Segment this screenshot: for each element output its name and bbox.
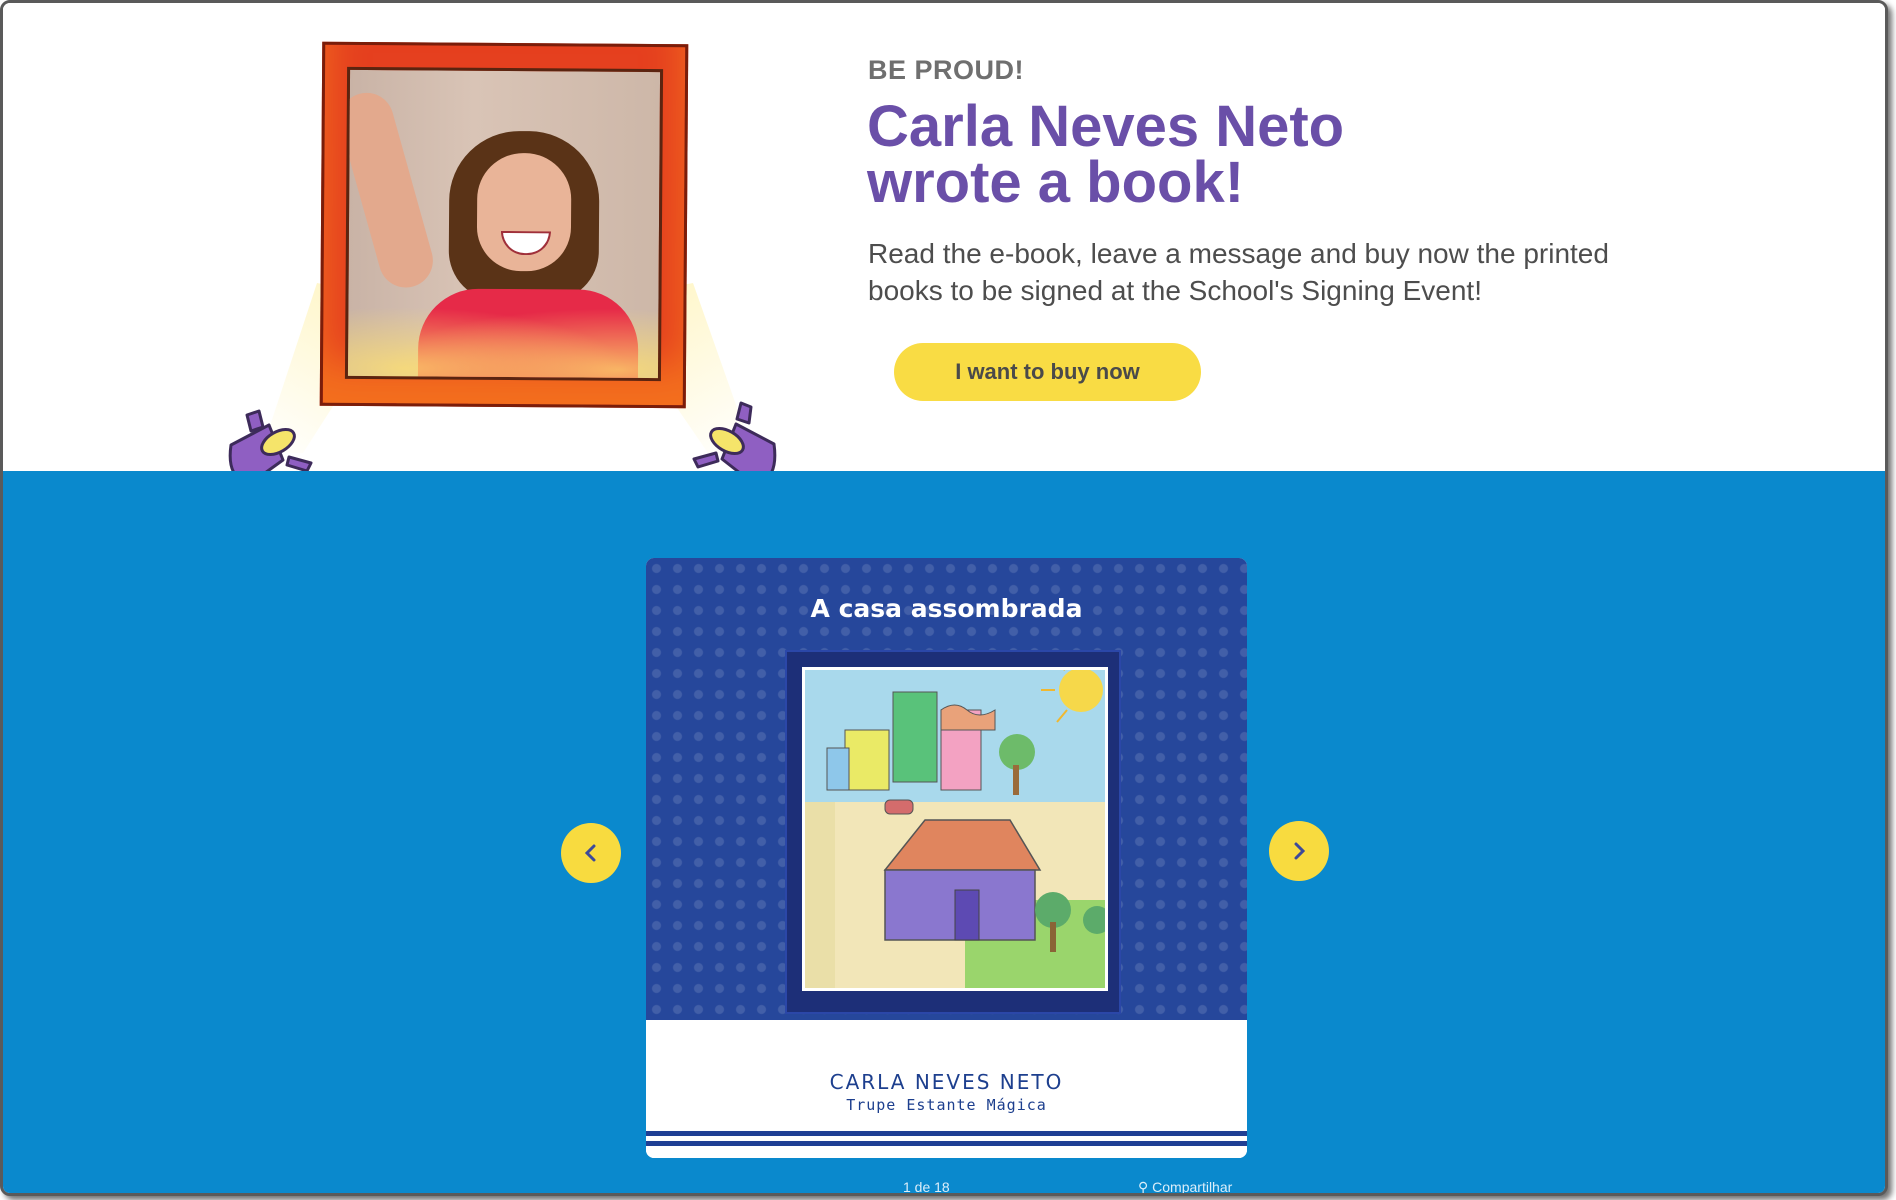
chevron-right-icon — [1294, 842, 1306, 860]
page-counter: 1 de 18 — [903, 1179, 950, 1195]
cover-drawing — [802, 667, 1108, 991]
author-photo-frame — [319, 41, 689, 409]
book-cover: A casa assombrada — [646, 558, 1247, 1020]
page: BE PROUD! Carla Neves Neto wrote a book!… — [0, 0, 1888, 1196]
chevron-left-icon — [584, 844, 596, 862]
book-author: CARLA NEVES NETO — [829, 1070, 1064, 1094]
share-label: Compartilhar — [1152, 1179, 1233, 1195]
author-photo — [344, 66, 664, 382]
buy-now-button[interactable]: I want to buy now — [894, 343, 1201, 401]
previous-page-button[interactable] — [561, 823, 621, 883]
footer-stripe — [646, 1141, 1247, 1146]
book-collection: Trupe Estante Mágica — [846, 1096, 1047, 1114]
book-footer: CARLA NEVES NETO Trupe Estante Mágica — [646, 1020, 1247, 1158]
title-line-2: wrote a book! — [867, 150, 1245, 215]
hero-description: Read the e-book, leave a message and buy… — [868, 235, 1688, 309]
book-page[interactable]: A casa assombrada CARLA NEVES NETO Trupe… — [646, 558, 1247, 1158]
description-line-1: Read the e-book, leave a message and buy… — [868, 238, 1609, 269]
share-icon: ⚲ — [1138, 1179, 1149, 1195]
description-line-2: books to be signed at the School's Signi… — [868, 275, 1482, 306]
footer-stripe — [646, 1131, 1247, 1136]
book-title: A casa assombrada — [810, 594, 1083, 623]
eyebrow-text: BE PROUD! — [868, 55, 1025, 85]
next-page-button[interactable] — [1269, 821, 1329, 881]
page-title: Carla Neves Neto wrote a book! — [867, 98, 1567, 212]
house-drawing-illustration — [805, 670, 1105, 988]
cover-art-frame — [785, 650, 1121, 1014]
share-button[interactable]: ⚲ Compartilhar — [1138, 1179, 1233, 1195]
hero-section: BE PROUD! Carla Neves Neto wrote a book!… — [3, 3, 1885, 486]
